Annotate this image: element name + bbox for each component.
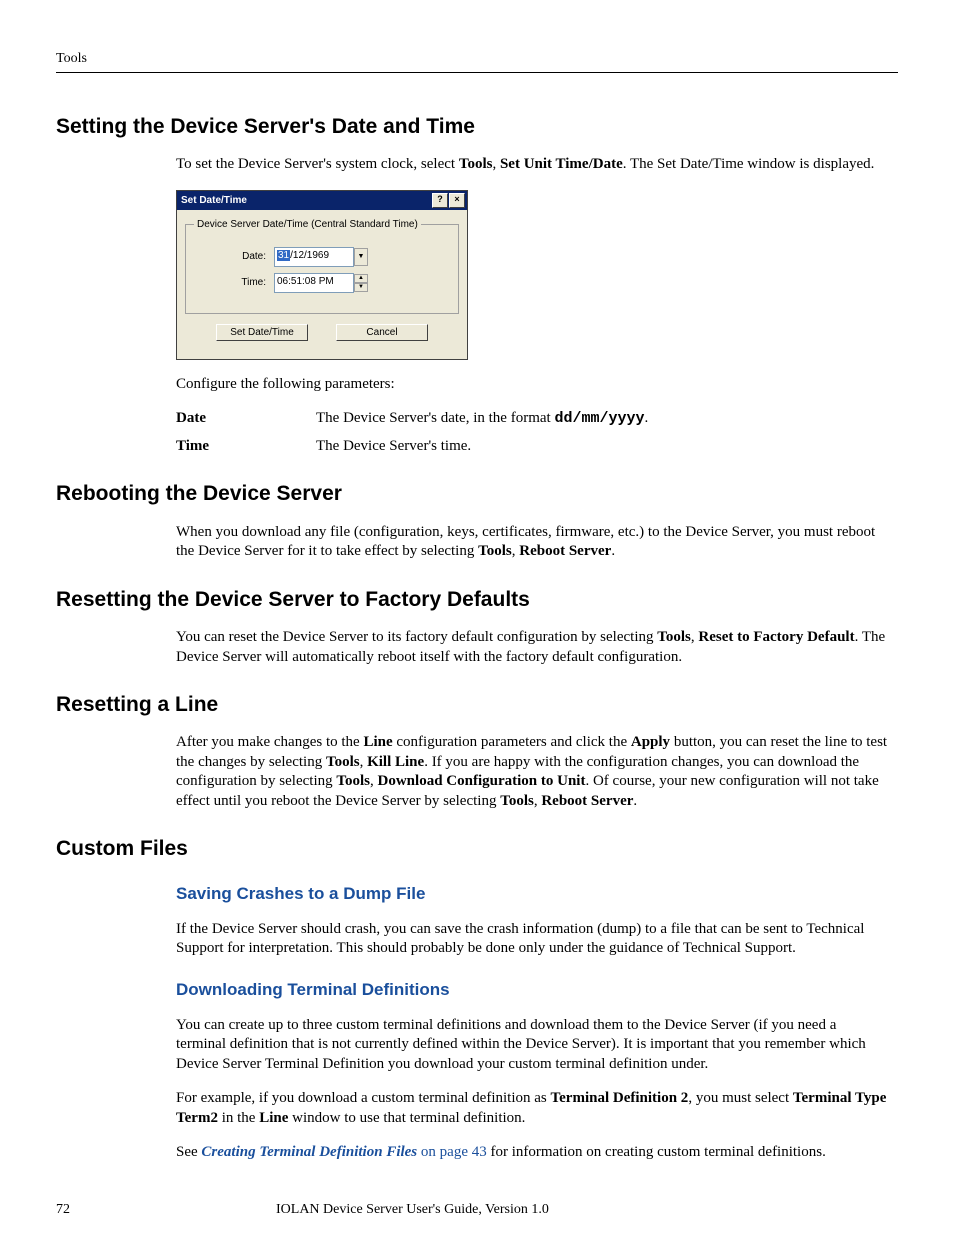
s1-intro: To set the Device Server's system clock,… xyxy=(176,155,888,175)
dialog-titlebar: Set Date/Time ? × xyxy=(177,191,467,210)
param-time-label: Time xyxy=(176,437,316,457)
param-date-desc: The Device Server's date, in the format … xyxy=(316,409,888,429)
s3-body: You can reset the Device Server to its f… xyxy=(176,628,888,667)
date-dropdown-button[interactable]: ▼ xyxy=(354,248,368,266)
date-input[interactable]: 31/12/1969 xyxy=(274,247,354,267)
set-date-time-dialog: Set Date/Time ? × Device Server Date/Tim… xyxy=(176,190,468,360)
date-time-group: Device Server Date/Time (Central Standar… xyxy=(185,218,459,314)
time-label: Time: xyxy=(194,276,274,289)
s1-config-intro: Configure the following parameters: xyxy=(176,375,888,395)
s2-body: When you download any file (configuratio… xyxy=(176,523,888,562)
group-legend: Device Server Date/Time (Central Standar… xyxy=(194,218,421,231)
subheading-terminal-defs: Downloading Terminal Definitions xyxy=(176,979,888,1001)
footer-title: IOLAN Device Server User's Guide, Versio… xyxy=(176,1201,898,1219)
s5-sub2-p2: For example, if you download a custom te… xyxy=(176,1089,888,1128)
page-footer: 72 IOLAN Device Server User's Guide, Ver… xyxy=(56,1201,898,1219)
page-number: 72 xyxy=(56,1201,176,1219)
subheading-dump-file: Saving Crashes to a Dump File xyxy=(176,883,888,905)
xref-terminal-def-files[interactable]: Creating Terminal Definition Files on pa… xyxy=(201,1144,486,1160)
header-section: Tools xyxy=(56,51,87,66)
param-date: Date The Device Server's date, in the fo… xyxy=(176,409,888,429)
s5-sub2-p1: You can create up to three custom termin… xyxy=(176,1016,888,1075)
s5-sub2-p3: See Creating Terminal Definition Files o… xyxy=(176,1143,888,1163)
param-date-label: Date xyxy=(176,409,316,429)
time-spinner[interactable]: ▲ ▼ xyxy=(354,274,368,292)
cancel-button[interactable]: Cancel xyxy=(336,324,428,341)
date-label: Date: xyxy=(194,250,274,263)
help-icon[interactable]: ? xyxy=(432,193,448,208)
spinner-up-icon[interactable]: ▲ xyxy=(354,274,368,283)
param-time-desc: The Device Server's time. xyxy=(316,437,888,457)
heading-factory-defaults: Resetting the Device Server to Factory D… xyxy=(56,586,898,613)
heading-set-date-time: Setting the Device Server's Date and Tim… xyxy=(56,113,898,140)
s5-sub1-body: If the Device Server should crash, you c… xyxy=(176,920,888,959)
dialog-title-text: Set Date/Time xyxy=(181,194,431,207)
s4-body: After you make changes to the Line confi… xyxy=(176,733,888,811)
spinner-down-icon[interactable]: ▼ xyxy=(354,283,368,292)
heading-rebooting: Rebooting the Device Server xyxy=(56,480,898,507)
heading-resetting-line: Resetting a Line xyxy=(56,691,898,718)
heading-custom-files: Custom Files xyxy=(56,835,898,862)
close-icon[interactable]: × xyxy=(449,193,465,208)
time-input[interactable]: 06:51:08 PM xyxy=(274,273,354,293)
param-time: Time The Device Server's time. xyxy=(176,437,888,457)
page-header: Tools xyxy=(56,50,898,73)
set-date-time-button[interactable]: Set Date/Time xyxy=(216,324,308,341)
